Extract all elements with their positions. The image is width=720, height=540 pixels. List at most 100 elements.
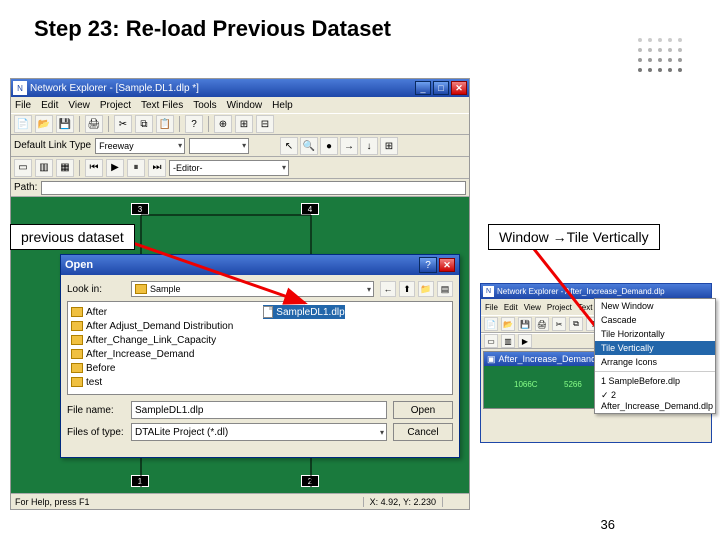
menu-cascade[interactable]: Cascade	[595, 313, 715, 327]
pointer-icon[interactable]: ↖	[280, 137, 298, 155]
main-titlebar: N Network Explorer - [Sample.DL1.dlp *] …	[11, 79, 469, 97]
back-icon[interactable]: ←	[380, 281, 396, 297]
menu-project[interactable]: Project	[547, 303, 572, 312]
rect-tool-icon[interactable]: ▭	[484, 334, 498, 348]
menu-view[interactable]: View	[68, 100, 90, 111]
save-icon[interactable]: 💾	[518, 317, 532, 331]
slide-title: Step 23: Re-load Previous Dataset	[0, 0, 720, 42]
tool-a-icon[interactable]: ⊕	[214, 115, 232, 133]
paste-icon[interactable]: 📋	[156, 115, 174, 133]
down-tool-icon[interactable]: ↓	[360, 137, 378, 155]
dialog-close-button[interactable]: ✕	[439, 258, 455, 272]
ws-label: 5266	[564, 380, 582, 389]
node-2[interactable]: 2	[301, 475, 319, 487]
cut-icon[interactable]: ✂	[114, 115, 132, 133]
page-number: 36	[601, 517, 615, 532]
cancel-button[interactable]: Cancel	[393, 423, 453, 441]
close-button[interactable]: ✕	[451, 81, 467, 95]
save-icon[interactable]: 💾	[56, 115, 74, 133]
table-tool-icon[interactable]: ▦	[56, 159, 74, 177]
up-icon[interactable]: ⬆	[399, 281, 415, 297]
node-4[interactable]: 4	[301, 203, 319, 215]
copy-icon[interactable]: ⧉	[135, 115, 153, 133]
open-button[interactable]: Open	[393, 401, 453, 419]
app-icon: N	[483, 286, 494, 297]
newfolder-icon[interactable]: 📁	[418, 281, 434, 297]
menu-tile-vertically[interactable]: Tile Vertically	[595, 341, 715, 355]
print-icon[interactable]: 🖨	[85, 115, 103, 133]
file-item-selected[interactable]: SampleDL1.dlp	[263, 305, 344, 319]
pause-icon[interactable]: ⏸	[127, 159, 145, 177]
arrow-tool-icon[interactable]: →	[340, 137, 358, 155]
annotation-tile-vertically: Window →Tile Vertically	[488, 224, 660, 250]
menu-project[interactable]: Project	[100, 100, 131, 111]
tool-c-icon[interactable]: ⊟	[256, 115, 274, 133]
open-icon[interactable]: 📂	[501, 317, 515, 331]
filename-label: File name:	[67, 405, 125, 416]
help-icon[interactable]: ?	[185, 115, 203, 133]
open-icon[interactable]: 📂	[35, 115, 53, 133]
filetype-label: Files of type:	[67, 427, 125, 438]
filename-input[interactable]	[131, 401, 387, 419]
default-link-combo[interactable]: Freeway	[95, 138, 185, 154]
main-menubar: File Edit View Project Text Files Tools …	[11, 97, 469, 113]
maximize-button[interactable]: □	[433, 81, 449, 95]
menu-window-file-2[interactable]: ✓ 2 After_Increase_Demand.dlp	[595, 388, 715, 413]
chart-tool-icon[interactable]: ▥	[35, 159, 53, 177]
zoom-icon[interactable]: 🔍	[300, 137, 318, 155]
folder-item[interactable]: Before	[71, 361, 233, 375]
menu-file[interactable]: File	[485, 303, 498, 312]
play-icon[interactable]: ▶	[518, 334, 532, 348]
folder-item[interactable]: After	[71, 305, 233, 319]
folder-item[interactable]: test	[71, 375, 233, 389]
menu-edit[interactable]: Edit	[504, 303, 518, 312]
new-icon[interactable]: 📄	[14, 115, 32, 133]
circle-icon[interactable]: ●	[320, 137, 338, 155]
new-icon[interactable]: 📄	[484, 317, 498, 331]
main-title-text: Network Explorer - [Sample.DL1.dlp *]	[30, 83, 415, 94]
menu-window-file-1[interactable]: 1 SampleBefore.dlp	[595, 374, 715, 388]
main-toolbar: 📄 📂 💾 🖨 ✂ ⧉ 📋 ? ⊕ ⊞ ⊟	[11, 113, 469, 135]
folder-item[interactable]: After_Change_Link_Capacity	[71, 333, 233, 347]
menu-edit[interactable]: Edit	[41, 100, 58, 111]
print-icon[interactable]: 🖨	[535, 317, 549, 331]
node-1[interactable]: 1	[131, 475, 149, 487]
menu-new-window[interactable]: New Window	[595, 299, 715, 313]
status-empty	[442, 497, 465, 507]
chart-tool-icon[interactable]: ▥	[501, 334, 515, 348]
rewind-icon[interactable]: ⏮	[85, 159, 103, 177]
folder-item[interactable]: After_Increase_Demand	[71, 347, 233, 361]
menu-help[interactable]: Help	[272, 100, 293, 111]
copy-icon[interactable]: ⧉	[569, 317, 583, 331]
lookin-combo[interactable]: Sample	[131, 281, 374, 297]
views-icon[interactable]: ▤	[437, 281, 453, 297]
playback-toolbar: ▭ ▥ ▦ ⏮ ▶ ⏸ ⏭ -Editor-	[11, 157, 469, 179]
path-input[interactable]	[41, 181, 466, 195]
status-bar: For Help, press F1 X: 4.92, Y: 2.230	[11, 493, 469, 509]
menu-tools[interactable]: Tools	[193, 100, 216, 111]
help-button[interactable]: ?	[419, 257, 437, 273]
menu-window[interactable]: Window	[227, 100, 263, 111]
menu-view[interactable]: View	[524, 303, 541, 312]
path-bar: Path:	[11, 179, 469, 197]
node-3[interactable]: 3	[131, 203, 149, 215]
play-icon[interactable]: ▶	[106, 159, 124, 177]
menu-file[interactable]: File	[15, 100, 31, 111]
forward-icon[interactable]: ⏭	[148, 159, 166, 177]
file-list[interactable]: After After Adjust_Demand Distribution A…	[67, 301, 453, 395]
cut-icon[interactable]: ✂	[552, 317, 566, 331]
rect-tool-icon[interactable]: ▭	[14, 159, 32, 177]
path-label: Path:	[14, 182, 37, 193]
grid-icon[interactable]: ⊞	[380, 137, 398, 155]
filetype-combo[interactable]: DTALite Project (*.dl)	[131, 423, 387, 441]
menu-arrange-icons[interactable]: Arrange Icons	[595, 355, 715, 369]
window-menu-dropdown: New Window Cascade Tile Horizontally Til…	[594, 298, 716, 414]
menu-tile-horizontally[interactable]: Tile Horizontally	[595, 327, 715, 341]
tool-b-icon[interactable]: ⊞	[235, 115, 253, 133]
ws-label: 1066C	[514, 380, 538, 389]
menu-textfiles[interactable]: Text Files	[141, 100, 183, 111]
folder-item[interactable]: After Adjust_Demand Distribution	[71, 319, 233, 333]
link-combo-2[interactable]	[189, 138, 249, 154]
minimize-button[interactable]: _	[415, 81, 431, 95]
editor-combo[interactable]: -Editor-	[169, 160, 289, 176]
